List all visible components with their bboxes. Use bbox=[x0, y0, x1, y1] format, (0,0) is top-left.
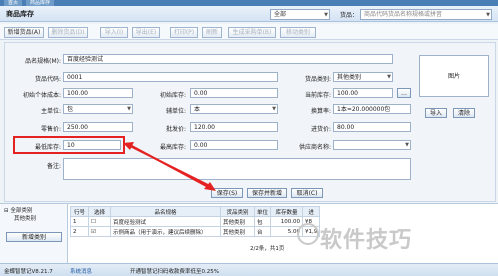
cell-name: 示例商品（用于演示，建议后续删除） bbox=[110, 226, 221, 237]
status-message: 开通智慧记扫码收款费率低至0.25% bbox=[130, 269, 219, 275]
table-header-row: 行号 选择 品名规格 货品类别 单位 库存数量 进 bbox=[70, 206, 321, 217]
category-tree: ⊟ 全部类别 其他类别 新增类别 bbox=[0, 204, 68, 264]
pagination-summary: 2/2条，共1页 bbox=[250, 246, 285, 252]
cell-no: 2 bbox=[70, 226, 89, 237]
col-name: 品名规格 bbox=[110, 206, 221, 217]
tree-root[interactable]: ⊟ 全部类别 bbox=[4, 206, 32, 214]
cell-category: 其他类别 bbox=[220, 226, 255, 237]
col-qty: 库存数量 bbox=[270, 206, 304, 217]
cell-category: 其他类别 bbox=[220, 216, 255, 227]
cell-qty: 100.00 bbox=[270, 216, 304, 227]
watermark: 软件技巧 bbox=[320, 228, 413, 253]
tree-child[interactable]: 其他类别 bbox=[14, 214, 36, 222]
cell-no: 1 bbox=[70, 216, 89, 227]
table-row[interactable]: 2 ☑ 示例商品（用于演示，建议后续删除） 其他类别 台 5.00 ¥1,9 bbox=[70, 226, 321, 237]
col-in: 进 bbox=[302, 206, 321, 217]
col-select: 选择 bbox=[88, 206, 111, 217]
table-row[interactable]: 1 ☐ 百度经验测试 其他类别 包 100.00 ¥8 bbox=[70, 216, 321, 227]
cell-unit: 包 bbox=[253, 216, 272, 227]
system-message-link[interactable]: 系统消息 bbox=[70, 267, 92, 275]
col-no: 行号 bbox=[70, 206, 89, 217]
cell-unit: 台 bbox=[253, 226, 272, 237]
add-category-button[interactable]: 新增类别 bbox=[6, 232, 62, 242]
goods-list-panel: ⊟ 全部类别 其他类别 新增类别 行号 选择 品名规格 货品类别 单位 库存数量… bbox=[0, 203, 498, 264]
arrow-line-to-field bbox=[129, 145, 211, 187]
cell-checkbox[interactable]: ☑ bbox=[88, 226, 111, 237]
col-unit: 单位 bbox=[253, 206, 272, 217]
goods-table: 行号 选择 品名规格 货品类别 单位 库存数量 进 1 ☐ 百度经验测试 其他类… bbox=[70, 206, 321, 237]
watermark-logo-icon bbox=[297, 223, 319, 245]
status-bar: 金蝶智慧记V8.21.7 系统消息 开通智慧记扫码收款费率低至0.25% bbox=[0, 263, 498, 276]
version-text: 金蝶智慧记V8.21.7 bbox=[4, 269, 53, 275]
cell-checkbox[interactable]: ☐ bbox=[88, 216, 111, 227]
col-category: 货品类别 bbox=[220, 206, 255, 217]
cell-name: 百度经验测试 bbox=[110, 216, 221, 227]
